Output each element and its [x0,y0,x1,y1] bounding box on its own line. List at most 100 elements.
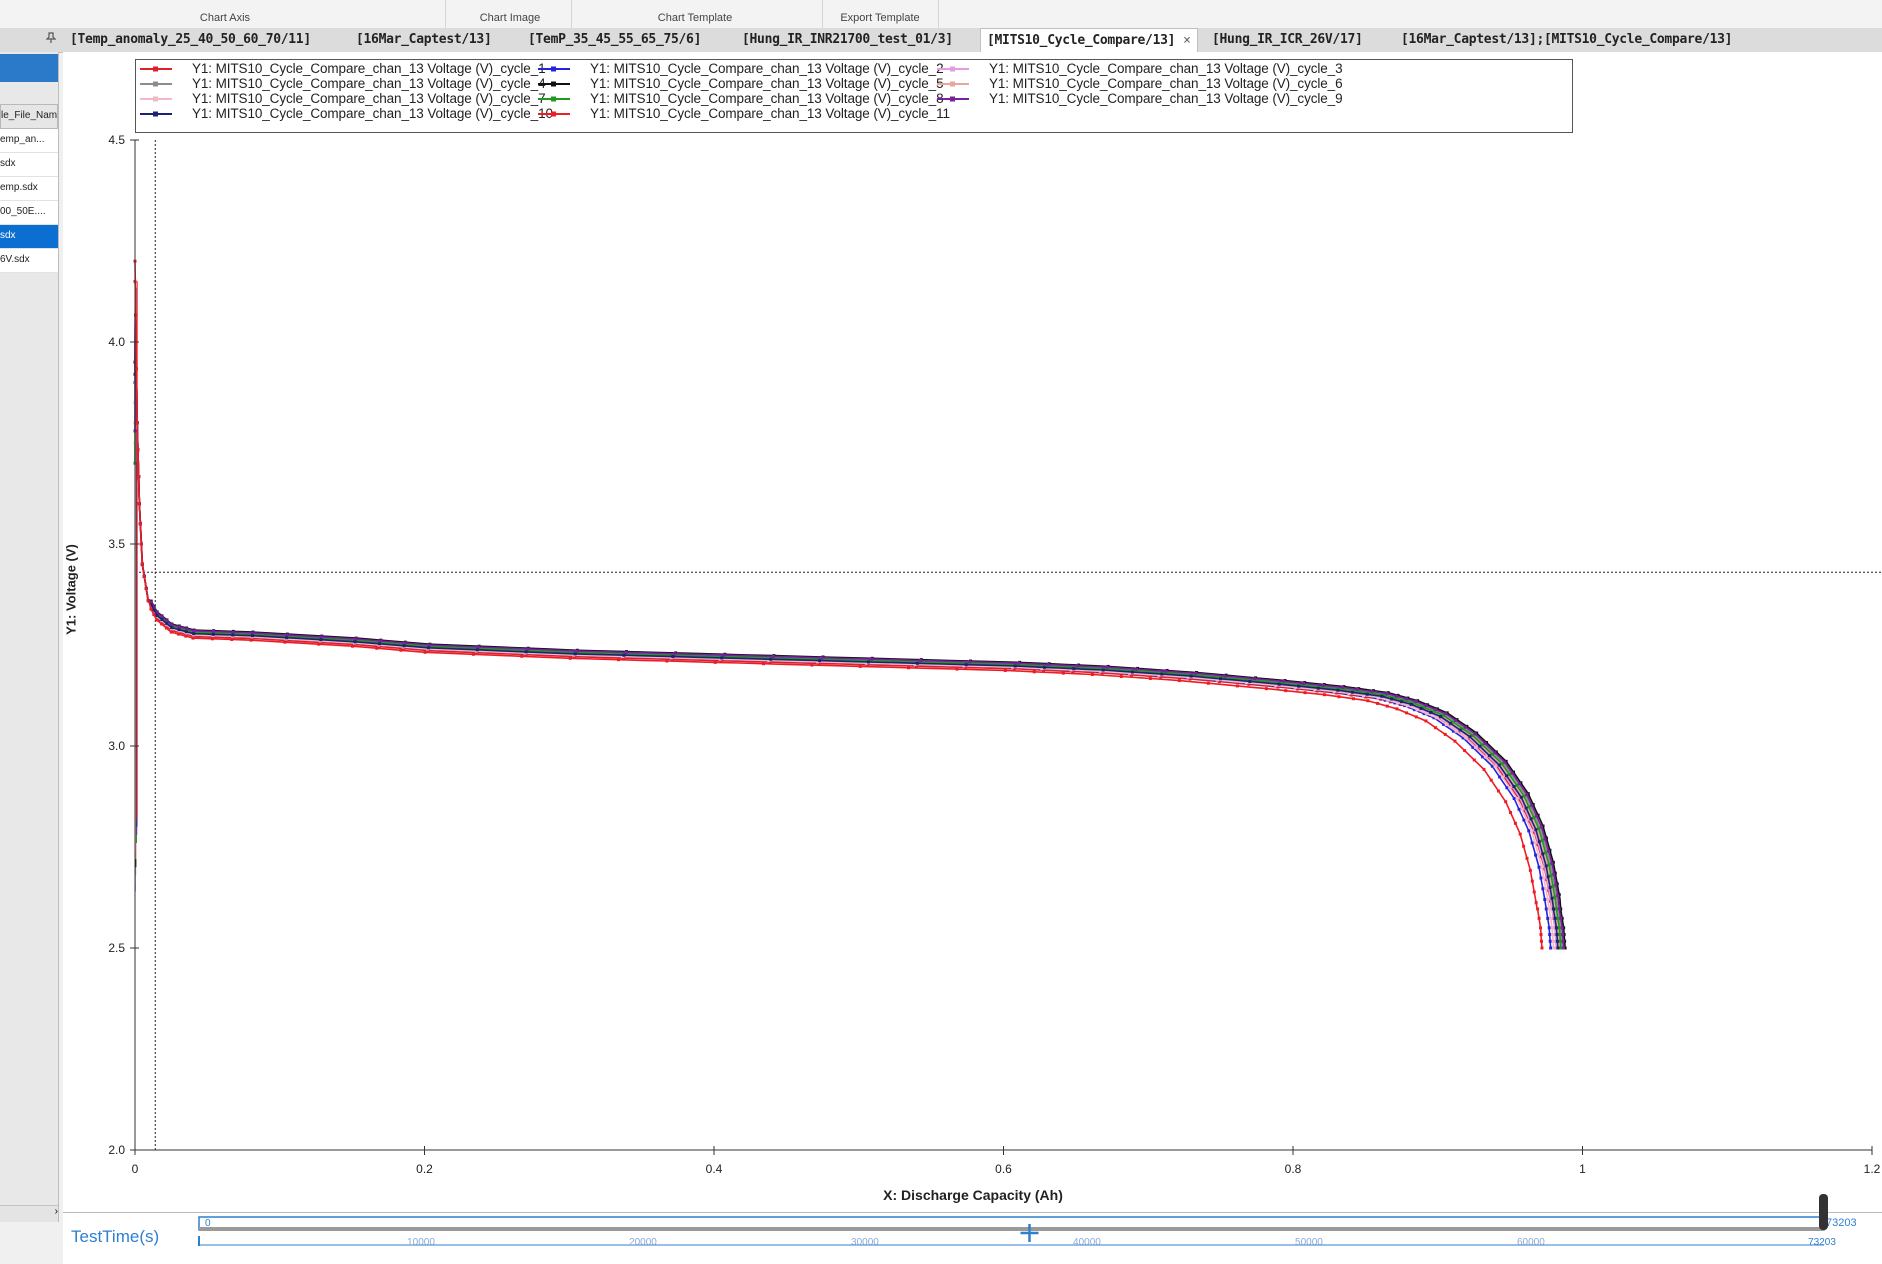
series-marker [1534,901,1538,905]
series-marker [139,542,143,546]
ribbon-group-export-template[interactable]: Export Template [835,12,925,24]
series-marker [574,651,578,655]
series-marker [136,448,140,452]
series-marker [1424,704,1428,708]
series-line [134,288,1561,949]
series-marker [1546,849,1550,853]
series-marker [165,619,169,623]
tab-hung-ir-inr21700[interactable]: [Hung_IR_INR21700_test_01/3] [736,28,959,52]
tab-16mar-mits10-combined[interactable]: [16Mar_Captest/13];[MITS10_Cycle_Compare… [1395,28,1738,52]
file-row[interactable]: emp_an... [0,129,58,153]
close-icon[interactable]: × [1183,33,1191,48]
slider-track[interactable]: 0 73203 10000 20000 30000 40000 50000 60000 7320… [198,1216,1857,1256]
series-marker [1440,714,1444,718]
series-marker [1177,679,1181,683]
series-marker [1296,687,1300,691]
series-marker [1552,916,1556,920]
ribbon-group-chart-template[interactable]: Chart Template [650,12,740,24]
scroll-right-icon[interactable]: › [55,1206,58,1217]
series-marker [133,441,137,445]
series-marker [425,647,429,651]
pin-icon[interactable] [45,32,57,47]
series-marker [767,658,771,662]
series-marker [1539,852,1543,856]
series-marker [1510,771,1514,775]
series-marker [1014,664,1018,668]
plus-icon[interactable] [1020,1224,1039,1242]
panel-resize-handle[interactable] [1819,1194,1828,1230]
series-marker [320,635,324,639]
file-row[interactable]: sdx [0,153,58,177]
file-row[interactable]: 6V.sdx [0,249,58,273]
series-marker [192,631,196,635]
x-tick-label: 0.8 [1285,1162,1302,1176]
series-2 [133,288,1553,950]
chart-legend[interactable]: Y1: MITS10_Cycle_Compare_chan_13 Voltage… [135,59,1573,133]
series-marker [1542,851,1546,855]
series-marker [723,652,727,656]
series-marker [285,635,289,639]
series-marker [1443,712,1447,716]
series-marker [476,647,480,651]
series-marker [231,629,235,633]
file-row-selected[interactable]: sdx [0,225,58,249]
series-marker [426,646,430,650]
series-marker [1045,663,1049,667]
series-marker [137,475,141,479]
series-marker [1280,681,1284,685]
series-marker [1518,798,1522,802]
series-marker [135,421,139,425]
series-marker [144,586,148,590]
file-name-column-header[interactable]: le_File_Nam [0,104,58,129]
series-marker [713,660,717,664]
series-marker [149,600,153,604]
sidebar-toolbar[interactable] [0,54,58,82]
series-marker [1366,699,1370,703]
series-marker [1217,680,1221,684]
series-marker [1136,666,1140,670]
series-marker [1506,773,1510,777]
series-marker [1130,670,1134,674]
series-marker [399,648,403,652]
series-marker [251,630,255,634]
series-marker [1539,926,1543,930]
series-marker [423,650,427,654]
series-marker [1553,895,1557,899]
series-marker [1414,700,1418,704]
series-marker [192,632,196,636]
file-row[interactable]: emp.sdx [0,177,58,201]
series-marker [1195,670,1199,674]
tab-temp-35-45[interactable]: [TemP_35_45_55_65_75/6] [522,28,707,52]
series-marker [1206,681,1210,685]
series-marker [212,629,216,633]
series-marker [210,637,214,641]
tab-16mar-captest[interactable]: [16Mar_Captest/13] [350,28,497,52]
series-marker [1556,926,1560,930]
series-marker [574,651,578,655]
series-marker [142,574,146,578]
test-time-range-slider[interactable]: 0 73203 10000 20000 30000 40000 50000 60000 7320… [198,1194,1857,1254]
series-marker [137,502,141,506]
series-marker [353,640,357,644]
ribbon-group-chart-axis[interactable]: Chart Axis [195,12,255,24]
series-marker [155,610,159,614]
series-marker [1393,701,1397,705]
series-marker [1555,882,1559,886]
tab-hung-ir-icr-26v[interactable]: [Hung_IR_ICR_26V/17] [1206,28,1369,52]
series-marker [134,313,138,317]
series-marker [134,367,138,371]
series-marker [1525,856,1529,860]
series-marker [1457,731,1461,735]
tab-temp-anomaly[interactable]: [Temp_anomaly_25_40_50_60_70/11] [64,28,317,52]
series-marker [1475,731,1479,735]
tab-mits10-cycle-compare[interactable]: [MITS10_Cycle_Compare/13] × [980,28,1198,53]
ribbon-group-chart-image[interactable]: Chart Image [470,12,550,24]
series-marker [1342,685,1346,689]
series-marker [139,542,143,546]
file-row[interactable]: 00_50E.... [0,201,58,225]
series-marker [144,586,148,590]
series-marker [427,645,431,649]
legend-swatch [538,66,570,72]
sidebar-horizontal-scrollbar[interactable]: › [0,1205,58,1222]
series-marker [1447,724,1451,728]
